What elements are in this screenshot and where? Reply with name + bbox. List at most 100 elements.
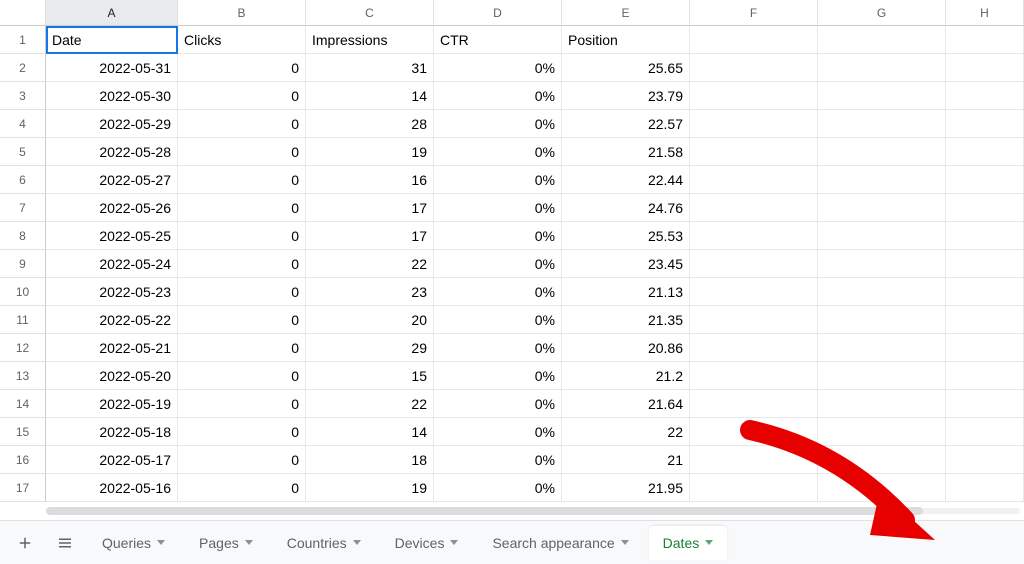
cell-H13[interactable] bbox=[946, 362, 1024, 390]
cell-E3[interactable]: 23.79 bbox=[562, 82, 690, 110]
cell-A15[interactable]: 2022-05-18 bbox=[46, 418, 178, 446]
cell-H3[interactable] bbox=[946, 82, 1024, 110]
cell-A13[interactable]: 2022-05-20 bbox=[46, 362, 178, 390]
col-header-H[interactable]: H bbox=[946, 0, 1024, 26]
cell-B14[interactable]: 0 bbox=[178, 390, 306, 418]
cell-F6[interactable] bbox=[690, 166, 818, 194]
cell-B7[interactable]: 0 bbox=[178, 194, 306, 222]
cell-C17[interactable]: 19 bbox=[306, 474, 434, 502]
cell-A14[interactable]: 2022-05-19 bbox=[46, 390, 178, 418]
tab-pages[interactable]: Pages bbox=[185, 526, 267, 560]
cell-A6[interactable]: 2022-05-27 bbox=[46, 166, 178, 194]
cell-G3[interactable] bbox=[818, 82, 946, 110]
tab-countries[interactable]: Countries bbox=[273, 526, 375, 560]
row-header[interactable]: 5 bbox=[0, 138, 46, 166]
row-header[interactable]: 16 bbox=[0, 446, 46, 474]
add-sheet-button[interactable] bbox=[8, 528, 42, 558]
cell-A17[interactable]: 2022-05-16 bbox=[46, 474, 178, 502]
cell-D6[interactable]: 0% bbox=[434, 166, 562, 194]
cell-E7[interactable]: 24.76 bbox=[562, 194, 690, 222]
cell-B1[interactable]: Clicks bbox=[178, 26, 306, 54]
cell-H9[interactable] bbox=[946, 250, 1024, 278]
cell-C6[interactable]: 16 bbox=[306, 166, 434, 194]
cell-A9[interactable]: 2022-05-24 bbox=[46, 250, 178, 278]
cell-F8[interactable] bbox=[690, 222, 818, 250]
cell-C12[interactable]: 29 bbox=[306, 334, 434, 362]
tab-dates[interactable]: Dates bbox=[649, 526, 728, 560]
cell-F16[interactable] bbox=[690, 446, 818, 474]
cell-F17[interactable] bbox=[690, 474, 818, 502]
cell-A12[interactable]: 2022-05-21 bbox=[46, 334, 178, 362]
cell-F15[interactable] bbox=[690, 418, 818, 446]
cell-E12[interactable]: 20.86 bbox=[562, 334, 690, 362]
col-header-B[interactable]: B bbox=[178, 0, 306, 26]
cell-D7[interactable]: 0% bbox=[434, 194, 562, 222]
cell-F2[interactable] bbox=[690, 54, 818, 82]
cell-H16[interactable] bbox=[946, 446, 1024, 474]
cell-A16[interactable]: 2022-05-17 bbox=[46, 446, 178, 474]
row-header[interactable]: 2 bbox=[0, 54, 46, 82]
horizontal-scrollbar[interactable] bbox=[46, 506, 1020, 516]
cell-H10[interactable] bbox=[946, 278, 1024, 306]
select-all-corner[interactable] bbox=[0, 0, 46, 26]
cell-H7[interactable] bbox=[946, 194, 1024, 222]
cell-D14[interactable]: 0% bbox=[434, 390, 562, 418]
cell-E6[interactable]: 22.44 bbox=[562, 166, 690, 194]
cell-A3[interactable]: 2022-05-30 bbox=[46, 82, 178, 110]
cell-E14[interactable]: 21.64 bbox=[562, 390, 690, 418]
cell-G14[interactable] bbox=[818, 390, 946, 418]
cell-H8[interactable] bbox=[946, 222, 1024, 250]
cell-C4[interactable]: 28 bbox=[306, 110, 434, 138]
cell-F1[interactable] bbox=[690, 26, 818, 54]
cell-D5[interactable]: 0% bbox=[434, 138, 562, 166]
cell-E16[interactable]: 21 bbox=[562, 446, 690, 474]
cell-E10[interactable]: 21.13 bbox=[562, 278, 690, 306]
col-header-A[interactable]: A bbox=[46, 0, 178, 26]
row-header[interactable]: 8 bbox=[0, 222, 46, 250]
cell-G9[interactable] bbox=[818, 250, 946, 278]
cell-H2[interactable] bbox=[946, 54, 1024, 82]
col-header-C[interactable]: C bbox=[306, 0, 434, 26]
cell-G4[interactable] bbox=[818, 110, 946, 138]
cell-E15[interactable]: 22 bbox=[562, 418, 690, 446]
cell-G17[interactable] bbox=[818, 474, 946, 502]
cell-A7[interactable]: 2022-05-26 bbox=[46, 194, 178, 222]
cell-E8[interactable]: 25.53 bbox=[562, 222, 690, 250]
cell-E1[interactable]: Position bbox=[562, 26, 690, 54]
cell-C13[interactable]: 15 bbox=[306, 362, 434, 390]
cell-C3[interactable]: 14 bbox=[306, 82, 434, 110]
cell-H4[interactable] bbox=[946, 110, 1024, 138]
cell-D3[interactable]: 0% bbox=[434, 82, 562, 110]
cell-H14[interactable] bbox=[946, 390, 1024, 418]
cell-F7[interactable] bbox=[690, 194, 818, 222]
cell-G12[interactable] bbox=[818, 334, 946, 362]
cell-E11[interactable]: 21.35 bbox=[562, 306, 690, 334]
row-header[interactable]: 13 bbox=[0, 362, 46, 390]
cell-H5[interactable] bbox=[946, 138, 1024, 166]
all-sheets-button[interactable] bbox=[48, 528, 82, 558]
cell-G6[interactable] bbox=[818, 166, 946, 194]
cell-A8[interactable]: 2022-05-25 bbox=[46, 222, 178, 250]
cell-A2[interactable]: 2022-05-31 bbox=[46, 54, 178, 82]
cell-B5[interactable]: 0 bbox=[178, 138, 306, 166]
cell-E13[interactable]: 21.2 bbox=[562, 362, 690, 390]
cell-C1[interactable]: Impressions bbox=[306, 26, 434, 54]
cell-H17[interactable] bbox=[946, 474, 1024, 502]
cell-B16[interactable]: 0 bbox=[178, 446, 306, 474]
cell-G13[interactable] bbox=[818, 362, 946, 390]
row-header[interactable]: 1 bbox=[0, 26, 46, 54]
cell-B13[interactable]: 0 bbox=[178, 362, 306, 390]
cell-C14[interactable]: 22 bbox=[306, 390, 434, 418]
row-header[interactable]: 11 bbox=[0, 306, 46, 334]
cell-B15[interactable]: 0 bbox=[178, 418, 306, 446]
cell-G1[interactable] bbox=[818, 26, 946, 54]
cell-B9[interactable]: 0 bbox=[178, 250, 306, 278]
tab-devices[interactable]: Devices bbox=[381, 526, 473, 560]
cell-D2[interactable]: 0% bbox=[434, 54, 562, 82]
cell-D15[interactable]: 0% bbox=[434, 418, 562, 446]
cell-E9[interactable]: 23.45 bbox=[562, 250, 690, 278]
cell-C7[interactable]: 17 bbox=[306, 194, 434, 222]
cell-G5[interactable] bbox=[818, 138, 946, 166]
cell-D16[interactable]: 0% bbox=[434, 446, 562, 474]
row-header[interactable]: 4 bbox=[0, 110, 46, 138]
